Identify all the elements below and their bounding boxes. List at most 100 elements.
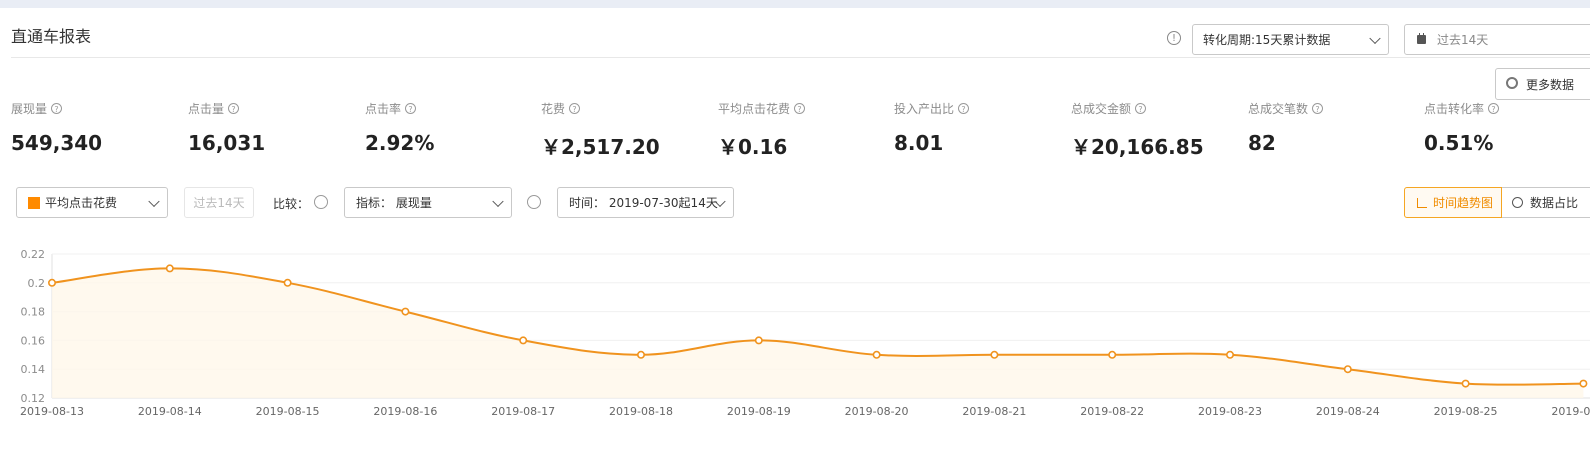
- series-metric-value: 平均点击花费: [45, 196, 118, 210]
- help-icon[interactable]: ?: [1135, 103, 1147, 114]
- calendar-icon: [1417, 33, 1426, 44]
- metric-value: 0.51%: [1424, 131, 1494, 155]
- metric-value: 8.01: [894, 131, 944, 155]
- compare-time-select[interactable]: 时间： 2019-07-30起14天: [557, 187, 734, 218]
- range-button[interactable]: 过去14天: [184, 187, 254, 218]
- metric-label: 展现量: [11, 102, 48, 116]
- metric-cost[interactable]: 花费? ￥2,517.20: [541, 100, 660, 160]
- compare-metric-value: 指标： 展现量: [356, 196, 432, 210]
- conversion-period-value: 转化周期:15天累计数据: [1203, 33, 1331, 47]
- top-strip: [0, 0, 1590, 8]
- data-point: [165, 264, 174, 273]
- data-point: [1226, 350, 1235, 359]
- x-tick-label: 2019-08-19: [727, 405, 791, 418]
- help-icon[interactable]: ?: [1312, 103, 1324, 114]
- metric-value: 549,340: [11, 131, 103, 155]
- series-metric-select[interactable]: 平均点击花费: [16, 187, 168, 218]
- help-icon[interactable]: ?: [569, 103, 581, 114]
- metric-value: ￥20,166.85: [1071, 135, 1204, 159]
- compare-radio[interactable]: [314, 195, 328, 209]
- more-data-button[interactable]: 更多数据: [1495, 68, 1590, 100]
- metric-label: 平均点击花费: [718, 102, 791, 116]
- pie-chart-icon: [1512, 197, 1523, 208]
- data-point: [990, 350, 999, 359]
- conversion-period-select[interactable]: 转化周期:15天累计数据: [1192, 24, 1389, 55]
- help-icon[interactable]: ?: [794, 103, 806, 114]
- metrics-row: 展现量? 549,340 点击量? 16,031 点击率? 2.92% 花费? …: [0, 100, 1590, 170]
- more-data-label: 更多数据: [1526, 77, 1575, 92]
- header-divider: [11, 57, 1590, 58]
- x-tick-label: 2019-08-18: [609, 405, 673, 418]
- data-point: [872, 350, 881, 359]
- data-point: [401, 307, 410, 316]
- compare-time-value: 时间： 2019-07-30起14天: [569, 196, 718, 210]
- metric-label: 花费: [541, 102, 566, 116]
- data-point: [47, 278, 56, 287]
- metric-value: 16,031: [188, 131, 266, 155]
- x-tick-label: 2019-08-25: [1434, 405, 1498, 418]
- metric-avg-cpc[interactable]: 平均点击花费? ￥0.16: [718, 100, 806, 160]
- metric-ctr[interactable]: 点击率? 2.92%: [365, 100, 434, 155]
- metric-label: 点击率: [365, 102, 402, 116]
- metric-gmv[interactable]: 总成交金额? ￥20,166.85: [1071, 100, 1204, 160]
- data-point: [1461, 379, 1470, 388]
- chevron-down-icon: [1369, 32, 1381, 44]
- metric-clicks[interactable]: 点击量? 16,031: [188, 100, 265, 155]
- metric-label: 总成交笔数: [1248, 102, 1309, 116]
- help-icon[interactable]: ?: [51, 103, 63, 114]
- x-tick-label: 2019-08-22: [1080, 405, 1144, 418]
- x-tick-label: 2019-08-13: [20, 405, 84, 418]
- help-icon[interactable]: ?: [958, 103, 970, 114]
- compare-label: 比较：: [273, 197, 310, 211]
- trend-chart: 0.12 0.14 0.16 0.18 0.2 0.22 2019-08-13 2019-08…: [0, 240, 1590, 464]
- line-chart-icon: [1417, 198, 1427, 208]
- metric-value: ￥2,517.20: [541, 135, 660, 159]
- info-icon[interactable]: !: [1167, 31, 1181, 45]
- help-icon[interactable]: ?: [1488, 103, 1500, 114]
- compare-time-radio[interactable]: [527, 195, 541, 209]
- gear-icon: [1506, 77, 1518, 89]
- metric-value: 82: [1248, 131, 1276, 155]
- x-tick-label: 2019-08-16: [373, 405, 437, 418]
- y-tick-label: 0.22: [21, 248, 46, 261]
- metric-label: 点击转化率: [1424, 102, 1485, 116]
- metric-label: 点击量: [188, 102, 225, 116]
- trend-chart-svg: 0.12 0.14 0.16 0.18 0.2 0.22 2019-08-13 2019-08…: [20, 248, 1590, 418]
- help-icon[interactable]: ?: [228, 103, 240, 114]
- y-tick-label: 0.14: [21, 363, 46, 376]
- x-tick-label: 2019-08-17: [491, 405, 555, 418]
- data-point: [519, 336, 528, 345]
- x-tick-label: 2019-08-21: [962, 405, 1026, 418]
- y-tick-label: 0.16: [21, 334, 46, 347]
- compare-metric-select[interactable]: 指标： 展现量: [344, 187, 512, 218]
- metric-label: 投入产出比: [894, 102, 955, 116]
- view-trend-button[interactable]: 时间趋势图: [1404, 187, 1502, 218]
- chevron-down-icon: [492, 195, 504, 207]
- metric-impressions[interactable]: 展现量? 549,340: [11, 100, 102, 155]
- data-point: [636, 350, 645, 359]
- date-range-picker[interactable]: 过去14天: [1404, 24, 1590, 55]
- x-tick-label: 2019-08-24: [1316, 405, 1380, 418]
- series-area: [52, 268, 1584, 398]
- view-share-label: 数据占比: [1530, 196, 1579, 210]
- x-tick-label: 2019-08-14: [138, 405, 202, 418]
- report-header: 直通车报表 ! 转化周期:15天累计数据 过去14天: [0, 8, 1590, 58]
- metric-roi[interactable]: 投入产出比? 8.01: [894, 100, 970, 155]
- help-icon[interactable]: ?: [405, 103, 417, 114]
- data-point: [1579, 379, 1588, 388]
- metric-value: ￥0.16: [718, 135, 788, 159]
- metric-value: 2.92%: [365, 131, 435, 155]
- legend-color-swatch: [28, 197, 40, 209]
- metric-orders[interactable]: 总成交笔数? 82: [1248, 100, 1324, 155]
- metric-conversion-rate[interactable]: 点击转化率? 0.51%: [1424, 100, 1500, 155]
- data-point: [1108, 350, 1117, 359]
- view-share-button[interactable]: 数据占比: [1502, 187, 1590, 218]
- data-point: [754, 336, 763, 345]
- x-tick-label: 2019-08-15: [256, 405, 320, 418]
- y-tick-label: 0.12: [21, 392, 46, 405]
- page-title: 直通车报表: [11, 27, 92, 46]
- metric-label: 总成交金额: [1071, 102, 1132, 116]
- chevron-down-icon: [148, 195, 160, 207]
- x-tick-label: 2019-08-20: [845, 405, 909, 418]
- view-trend-label: 时间趋势图: [1433, 196, 1494, 210]
